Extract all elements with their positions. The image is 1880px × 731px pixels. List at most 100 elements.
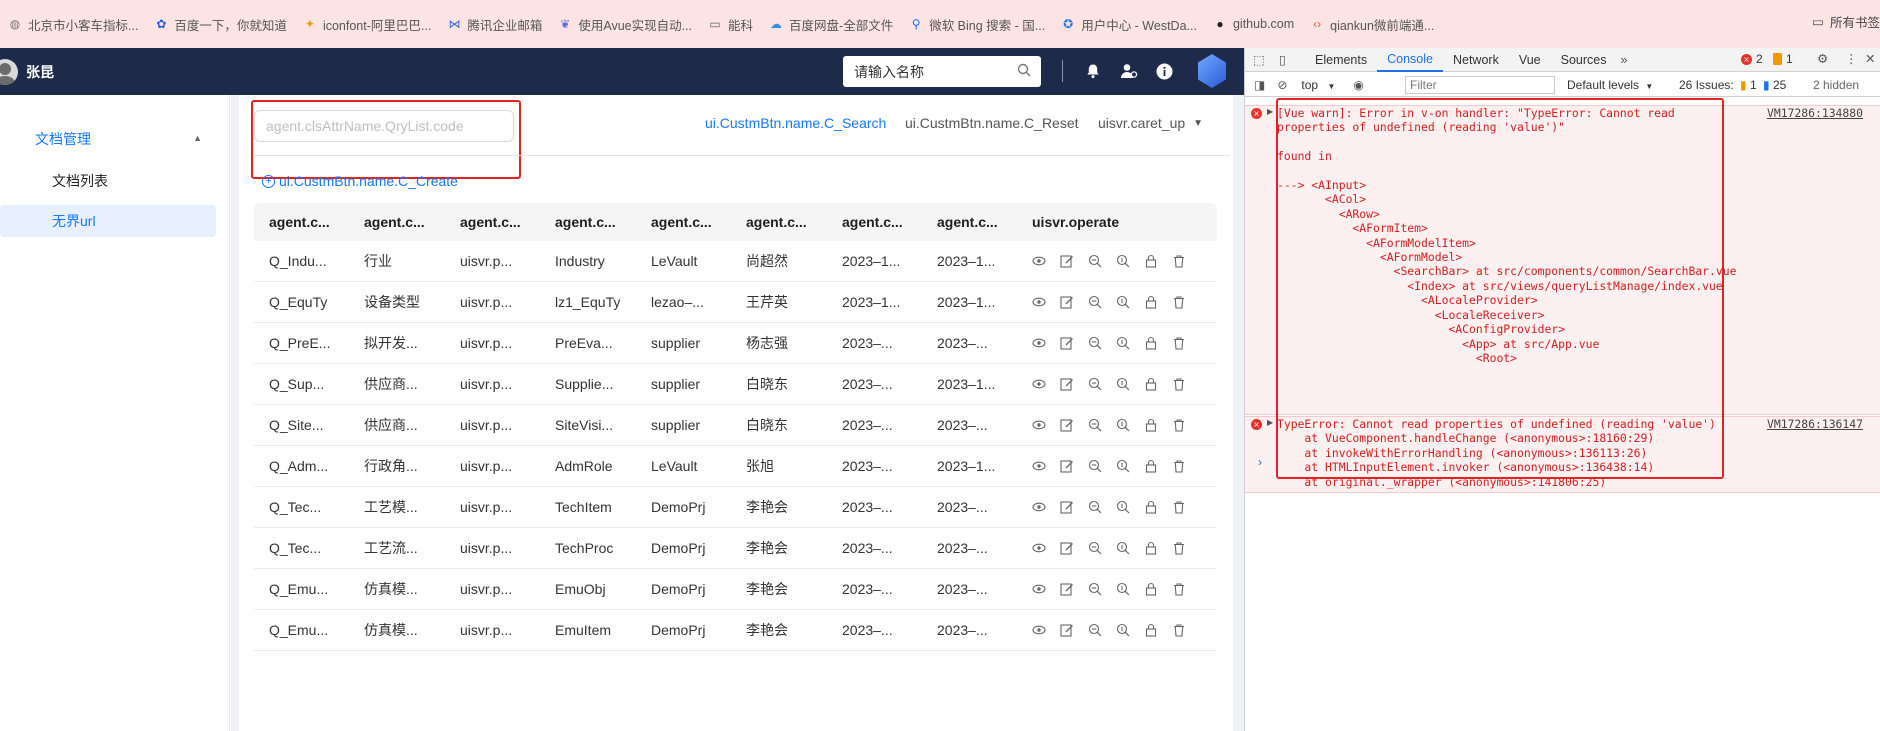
delete-icon[interactable] xyxy=(1172,541,1186,555)
search-detail-icon[interactable] xyxy=(1116,459,1130,473)
expand-triangle-icon[interactable]: ▶ xyxy=(1267,418,1273,427)
view-icon[interactable] xyxy=(1032,336,1046,350)
zoom-out-icon[interactable] xyxy=(1088,377,1102,391)
sidebar-item-doc-list[interactable]: 文档列表 xyxy=(0,165,216,197)
delete-icon[interactable] xyxy=(1172,254,1186,268)
edit-icon[interactable] xyxy=(1060,623,1074,637)
search-detail-icon[interactable] xyxy=(1116,623,1130,637)
zoom-out-icon[interactable] xyxy=(1088,500,1102,514)
zoom-out-icon[interactable] xyxy=(1088,254,1102,268)
inspect-element-icon[interactable]: ⬚ xyxy=(1253,52,1271,67)
zoom-out-icon[interactable] xyxy=(1088,541,1102,555)
context-select[interactable]: top ▼ xyxy=(1301,78,1335,92)
expand-triangle-icon[interactable]: ▶ xyxy=(1267,107,1273,116)
lock-icon[interactable] xyxy=(1144,336,1158,350)
source-link[interactable]: VM17286:134880 xyxy=(1767,106,1863,120)
search-detail-icon[interactable] xyxy=(1116,254,1130,268)
table-row[interactable]: Q_EquTy 设备类型 uisvr.p... lz1_EquTy lezao–... 王… xyxy=(254,282,1217,323)
table-row[interactable]: Q_Site... 供应商... uisvr.p... SiteVisi... supp… xyxy=(254,405,1217,446)
devtools-tab-elements[interactable]: Elements xyxy=(1305,48,1377,72)
table-row[interactable]: Q_Indu... 行业 uisvr.p... Industry LeVault 尚超然 2… xyxy=(254,241,1217,282)
table-row[interactable]: Q_Emu... 仿真模... uisvr.p... EmuItem DemoPrj 李艳… xyxy=(254,610,1217,651)
bookmark-item[interactable]: ● github.com xyxy=(1205,12,1302,36)
edit-icon[interactable] xyxy=(1060,500,1074,514)
delete-icon[interactable] xyxy=(1172,459,1186,473)
lock-icon[interactable] xyxy=(1144,459,1158,473)
sidebar-toggle-icon[interactable]: ◨ xyxy=(1254,78,1265,92)
log-levels-select[interactable]: Default levels ▼ xyxy=(1567,78,1653,92)
eye-icon[interactable]: ◉ xyxy=(1353,78,1363,92)
view-icon[interactable] xyxy=(1032,418,1046,432)
edit-icon[interactable] xyxy=(1060,541,1074,555)
table-row[interactable]: Q_Tec... 工艺模... uisvr.p... TechItem DemoPrj 李… xyxy=(254,487,1217,528)
delete-icon[interactable] xyxy=(1172,623,1186,637)
lock-icon[interactable] xyxy=(1144,500,1158,514)
reset-button[interactable]: ui.CustmBtn.name.C_Reset xyxy=(905,115,1079,131)
edit-icon[interactable] xyxy=(1060,459,1074,473)
zoom-out-icon[interactable] xyxy=(1088,336,1102,350)
zoom-out-icon[interactable] xyxy=(1088,459,1102,473)
settings-gear-icon[interactable]: ⚙ xyxy=(1817,51,1828,66)
table-row[interactable]: Q_Adm... 行政角... uisvr.p... AdmRole LeVault 张旭… xyxy=(254,446,1217,487)
search-button[interactable]: ui.CustmBtn.name.C_Search xyxy=(705,115,886,131)
bookmark-item[interactable]: ⋈ 腾讯企业邮箱 xyxy=(439,12,550,36)
info-icon[interactable] xyxy=(1153,60,1175,82)
table-row[interactable]: Q_Tec... 工艺流... uisvr.p... TechProc DemoPrj 李… xyxy=(254,528,1217,569)
table-row[interactable]: Q_Sup... 供应商... uisvr.p... Supplie... suppli… xyxy=(254,364,1217,405)
view-icon[interactable] xyxy=(1032,459,1046,473)
issues-button[interactable]: 26 Issues: ▮ 1 ▮ 25 xyxy=(1679,78,1786,92)
lock-icon[interactable] xyxy=(1144,582,1158,596)
search-detail-icon[interactable] xyxy=(1116,295,1130,309)
search-detail-icon[interactable] xyxy=(1116,336,1130,350)
warning-count-icon[interactable] xyxy=(1773,53,1782,65)
delete-icon[interactable] xyxy=(1172,295,1186,309)
all-bookmarks[interactable]: ▭ 所有书签 xyxy=(1812,12,1880,31)
edit-icon[interactable] xyxy=(1060,295,1074,309)
view-icon[interactable] xyxy=(1032,377,1046,391)
lock-icon[interactable] xyxy=(1144,418,1158,432)
view-icon[interactable] xyxy=(1032,623,1046,637)
view-icon[interactable] xyxy=(1032,254,1046,268)
table-row[interactable]: Q_PreE... 拟开发... uisvr.p... PreEva... suppli… xyxy=(254,323,1217,364)
table-row[interactable]: Q_Emu... 仿真模... uisvr.p... EmuObj DemoPrj 李艳会… xyxy=(254,569,1217,610)
search-detail-icon[interactable] xyxy=(1116,418,1130,432)
lock-icon[interactable] xyxy=(1144,623,1158,637)
source-link[interactable]: VM17286:136147 xyxy=(1767,417,1863,431)
zoom-out-icon[interactable] xyxy=(1088,418,1102,432)
view-icon[interactable] xyxy=(1032,582,1046,596)
bookmark-item[interactable]: ✪ 用户中心 - WestDa... xyxy=(1053,12,1205,36)
user-avatar[interactable] xyxy=(0,58,18,85)
lock-icon[interactable] xyxy=(1144,377,1158,391)
search-detail-icon[interactable] xyxy=(1116,582,1130,596)
clear-console-icon[interactable]: ⊘ xyxy=(1277,78,1287,92)
delete-icon[interactable] xyxy=(1172,582,1186,596)
bookmark-item[interactable]: ‹› qiankun微前端通... xyxy=(1302,12,1442,36)
user-settings-icon[interactable] xyxy=(1118,60,1140,82)
edit-icon[interactable] xyxy=(1060,336,1074,350)
bookmark-item[interactable]: ✿ 百度一下，你就知道 xyxy=(146,12,295,36)
close-icon[interactable]: ✕ xyxy=(1865,51,1875,66)
console-filter-input[interactable]: Filter xyxy=(1405,76,1555,94)
delete-icon[interactable] xyxy=(1172,418,1186,432)
view-icon[interactable] xyxy=(1032,500,1046,514)
search-icon[interactable] xyxy=(1017,63,1031,80)
bookmark-item[interactable]: ✦ iconfont-阿里巴巴... xyxy=(295,12,439,36)
delete-icon[interactable] xyxy=(1172,377,1186,391)
bookmark-item[interactable]: ▭ 能科 xyxy=(700,12,761,36)
edit-icon[interactable] xyxy=(1060,418,1074,432)
lock-icon[interactable] xyxy=(1144,541,1158,555)
search-detail-icon[interactable] xyxy=(1116,541,1130,555)
search-detail-icon[interactable] xyxy=(1116,377,1130,391)
view-icon[interactable] xyxy=(1032,295,1046,309)
create-button[interactable]: + ui.CustmBtn.name.C_Create xyxy=(262,173,458,189)
collapse-action[interactable]: uisvr.caret_up ▼ xyxy=(1098,115,1203,131)
view-icon[interactable] xyxy=(1032,541,1046,555)
devtools-tab-console[interactable]: Console xyxy=(1377,48,1443,72)
bookmark-item[interactable]: ☁ 百度网盘-全部文件 xyxy=(761,12,901,36)
error-count-icon[interactable]: × xyxy=(1741,54,1752,65)
sidebar-group-doc-management[interactable]: 文档管理 ▲ xyxy=(0,125,230,153)
devtools-tab-sources[interactable]: Sources xyxy=(1551,48,1617,72)
zoom-out-icon[interactable] xyxy=(1088,582,1102,596)
console-prompt[interactable]: › xyxy=(1258,455,1262,469)
lock-icon[interactable] xyxy=(1144,254,1158,268)
